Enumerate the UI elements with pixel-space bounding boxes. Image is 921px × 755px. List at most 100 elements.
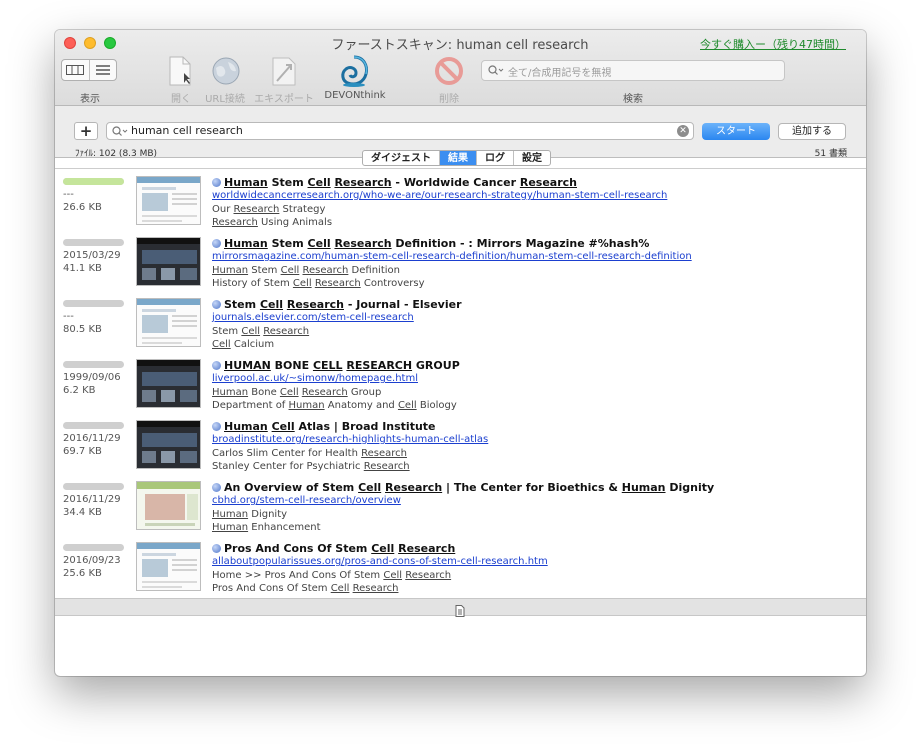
results-list[interactable]: --- 26.6 KB Human Stem Cell Research - Wor… xyxy=(55,168,866,598)
devonthink-label: DEVONthink xyxy=(324,90,386,101)
relevance-bar xyxy=(63,239,124,246)
delete-icon[interactable] xyxy=(434,56,464,90)
result-title[interactable]: Pros And Cons Of Stem Cell Research xyxy=(212,542,455,555)
url-label: URL接続 xyxy=(205,94,245,105)
result-row[interactable]: 1999/09/06 6.2 KB HUMAN BONE CELL RESEARCH… xyxy=(55,359,866,420)
list-view-icon[interactable] xyxy=(88,60,117,80)
result-size: 34.4 KB xyxy=(63,507,102,518)
result-thumbnail[interactable] xyxy=(136,359,201,408)
result-url-link[interactable]: journals.elsevier.com/stem-cell-research xyxy=(212,312,414,323)
result-size: 25.6 KB xyxy=(63,568,102,579)
result-date: 2016/11/29 xyxy=(63,433,121,444)
result-snippet: Home >> Pros And Cons Of Stem Cell Resea… xyxy=(212,570,452,581)
devonthink-shell-icon[interactable] xyxy=(338,54,370,92)
view-mode-control[interactable] xyxy=(61,59,117,81)
tab-results[interactable]: 結果 xyxy=(439,151,476,165)
relevance-bar xyxy=(63,422,124,429)
result-url-link[interactable]: liverpool.ac.uk/~simonw/homepage.html xyxy=(212,373,418,384)
close-window-button[interactable] xyxy=(64,37,76,49)
result-url-link[interactable]: allaboutpopularissues.org/pros-and-cons-… xyxy=(212,556,548,567)
document-icon[interactable] xyxy=(455,602,465,621)
open-document-icon[interactable] xyxy=(168,56,192,90)
result-url-link[interactable]: broadinstitute.org/research-highlights-h… xyxy=(212,434,488,445)
file-info: ﾌｧｲﾙ: 102 (8.3 MB) xyxy=(75,149,158,159)
document-count: 51 書類 xyxy=(814,149,847,159)
result-title[interactable]: Human Stem Cell Research Definition - : … xyxy=(212,237,649,250)
buy-now-link[interactable]: 今すぐ購入ー（残り47時間） xyxy=(700,36,846,52)
result-snippet: Research Using Animals xyxy=(212,217,333,228)
result-date: --- xyxy=(63,189,74,200)
result-thumbnail[interactable] xyxy=(136,176,201,225)
search-icon xyxy=(112,126,128,139)
result-snippet: Human Dignity xyxy=(212,509,288,520)
tab-settings[interactable]: 設定 xyxy=(513,151,550,165)
app-window: ファーストスキャン: human cell research 今すぐ購入ー（残り… xyxy=(55,30,866,676)
add-query-button[interactable]: + xyxy=(74,122,98,140)
start-button[interactable]: スタート xyxy=(702,123,770,140)
result-row[interactable]: 2016/11/29 34.4 KB An Overview of Stem Cel… xyxy=(55,481,866,542)
result-row[interactable]: 2016/11/29 69.7 KB Human Cell Atlas | Broa… xyxy=(55,420,866,481)
globe-icon[interactable] xyxy=(211,56,241,90)
result-snippet: Stanley Center for Psychiatric Research xyxy=(212,461,410,472)
tab-digest[interactable]: ダイジェスト xyxy=(363,151,439,165)
result-row[interactable]: 2015/03/29 41.1 KB Human Stem Cell Researc… xyxy=(55,237,866,298)
globe-dot-icon xyxy=(212,483,221,492)
result-snippet: History of Stem Cell Research Controvers… xyxy=(212,278,425,289)
result-thumbnail[interactable] xyxy=(136,237,201,286)
result-title[interactable]: Stem Cell Research - Journal - Elsevier xyxy=(212,298,462,311)
result-snippet: Our Research Strategy xyxy=(212,204,326,215)
result-date: 2016/11/29 xyxy=(63,494,121,505)
result-size: 80.5 KB xyxy=(63,324,102,335)
result-thumbnail[interactable] xyxy=(136,420,201,469)
result-size: 6.2 KB xyxy=(63,385,96,396)
toolbar: ファーストスキャン: human cell research 今すぐ購入ー（残り… xyxy=(55,30,866,106)
result-date: 2015/03/29 xyxy=(63,250,121,261)
columns-view-icon[interactable] xyxy=(62,60,89,80)
result-url-link[interactable]: mirrorsmagazine.com/human-stem-cell-rese… xyxy=(212,251,692,262)
relevance-bar xyxy=(63,483,124,490)
result-title[interactable]: Human Cell Atlas | Broad Institute xyxy=(212,420,436,433)
result-title[interactable]: HUMAN BONE CELL RESEARCH GROUP xyxy=(212,359,460,372)
result-snippet: Human Bone Cell Research Group xyxy=(212,387,382,398)
result-title[interactable]: Human Stem Cell Research - Worldwide Can… xyxy=(212,176,577,189)
result-snippet: Human Stem Cell Research Definition xyxy=(212,265,400,276)
result-snippet: Pros And Cons Of Stem Cell Research xyxy=(212,583,399,594)
result-thumbnail[interactable] xyxy=(136,481,201,530)
result-url-link[interactable]: cbhd.org/stem-cell-research/overview xyxy=(212,495,401,506)
filter-search-field[interactable]: 全て/合成用記号を無視 xyxy=(481,60,785,81)
result-date: 2016/09/23 xyxy=(63,555,121,566)
relevance-bar xyxy=(63,300,124,307)
globe-dot-icon xyxy=(212,361,221,370)
add-button[interactable]: 追加する xyxy=(778,123,846,140)
relevance-bar xyxy=(63,544,124,551)
result-snippet: Cell Calcium xyxy=(212,339,275,350)
zoom-window-button[interactable] xyxy=(104,37,116,49)
view-tabs: ダイジェスト 結果 ログ 設定 xyxy=(362,150,551,166)
result-row[interactable]: 2016/09/23 25.6 KB Pros And Cons Of Stem C… xyxy=(55,542,866,603)
view-label: 表示 xyxy=(80,94,100,105)
minimize-window-button[interactable] xyxy=(84,37,96,49)
result-size: 41.1 KB xyxy=(63,263,102,274)
result-row[interactable]: --- 26.6 KB Human Stem Cell Research - Wor… xyxy=(55,176,866,237)
relevance-bar xyxy=(63,178,124,185)
result-title[interactable]: An Overview of Stem Cell Research | The … xyxy=(212,481,714,494)
result-row[interactable]: --- 80.5 KB Stem Cell Research - Journal -… xyxy=(55,298,866,359)
result-thumbnail[interactable] xyxy=(136,298,201,347)
window-title: ファーストスキャン: human cell research xyxy=(331,38,589,53)
result-thumbnail[interactable] xyxy=(136,542,201,591)
clear-query-icon[interactable]: ✕ xyxy=(677,125,689,137)
export-icon[interactable] xyxy=(269,55,299,91)
result-snippet: Stem Cell Research xyxy=(212,326,310,337)
open-label: 開く xyxy=(171,94,191,105)
search-label: 検索 xyxy=(623,94,643,105)
query-text: human cell research xyxy=(131,124,243,137)
query-input[interactable]: human cell research ✕ xyxy=(106,122,694,140)
globe-dot-icon xyxy=(212,544,221,553)
globe-dot-icon xyxy=(212,239,221,248)
tab-log[interactable]: ログ xyxy=(476,151,513,165)
globe-dot-icon xyxy=(212,300,221,309)
search-icon xyxy=(488,65,504,78)
globe-dot-icon xyxy=(212,178,221,187)
status-footer xyxy=(55,598,866,617)
result-url-link[interactable]: worldwidecancerresearch.org/who-we-are/o… xyxy=(212,190,667,201)
